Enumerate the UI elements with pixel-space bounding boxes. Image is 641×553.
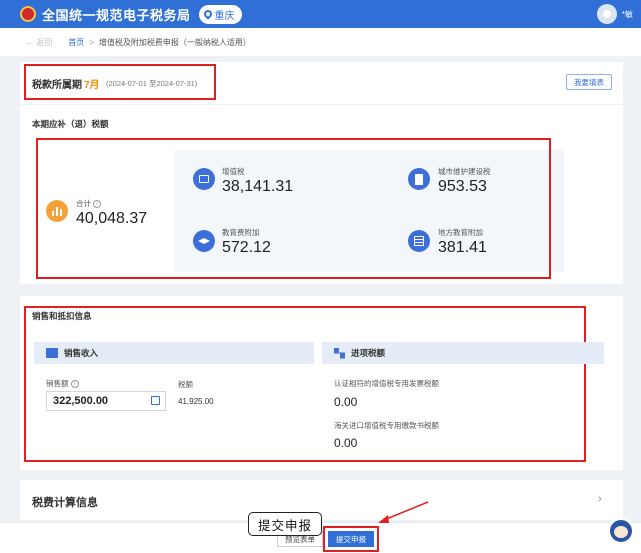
sales-section-title: 销售和抵扣信息 [32, 311, 92, 321]
location-pin-icon [201, 8, 214, 20]
input-tax-title: 进项税额 [351, 348, 386, 358]
sales-highlight [24, 306, 586, 462]
tax-summary-highlight [36, 138, 551, 279]
annotation-arrow-icon [378, 501, 429, 523]
edit-icon[interactable] [151, 396, 160, 405]
breadcrumb-current: 增值税及附加税费申报（一般纳税人适用） [98, 37, 251, 47]
tax-amount-label: 税额 [178, 380, 193, 389]
local-education-value: 381.41 [438, 239, 487, 256]
submit-callout: 提交申报 [248, 512, 322, 536]
national-emblem-icon [20, 6, 36, 22]
graduation-cap-icon [193, 230, 215, 252]
avatar[interactable] [597, 4, 617, 24]
sales-revenue-header: 销售收入 [34, 342, 314, 364]
input-tax-header: 进项税额 [322, 342, 604, 364]
urban-tax-value: 953.53 [438, 178, 487, 195]
sales-amount-label: 销售额 i [46, 378, 79, 389]
invoice-icon [193, 168, 215, 190]
period-label: 税款所属期 [32, 80, 82, 91]
fill-form-button[interactable]: 我要填表 [566, 74, 612, 90]
period-month: 7月 [84, 80, 100, 91]
back-button[interactable]: ← 返回 [26, 37, 52, 48]
info-icon[interactable]: i [93, 200, 101, 209]
breadcrumb: ← 返回 首页 > 增值税及附加税费申报（一般纳税人适用） [0, 28, 641, 56]
revenue-icon [46, 348, 58, 358]
customs-label: 海关进口增值税专用缴款书税额 [334, 421, 439, 430]
breadcrumb-home-link[interactable]: 首页 [68, 37, 84, 48]
total-label-text: 合计 [76, 199, 91, 208]
mascot-face [614, 526, 628, 538]
vat-value: 38,141.31 [222, 178, 294, 195]
vat-label: 增值税 [222, 167, 245, 176]
breadcrumb-separator: > [89, 37, 94, 47]
sales-amount-value: 322,500.00 [53, 395, 109, 407]
ledger-icon [408, 230, 430, 252]
app-title: 全国统一规范电子税务局 [42, 7, 191, 23]
sales-amount-label-text: 销售额 [46, 379, 69, 388]
tax-amount-value: 41,925.00 [178, 397, 214, 406]
customs-value: 0.00 [334, 436, 358, 450]
chevron-right-icon[interactable]: › [598, 493, 602, 505]
sales-revenue-title: 销售收入 [64, 348, 99, 358]
divider [20, 104, 623, 105]
local-education-label: 地方教育附加 [438, 228, 483, 237]
user-name[interactable]: *敏 [622, 9, 633, 20]
tax-summary-title: 本期应补（退）税额 [32, 119, 109, 129]
top-bar: 全国统一规范电子税务局 重庆 [0, 0, 641, 28]
urban-tax-label: 城市维护建设税 [438, 167, 491, 176]
user-icon [603, 10, 611, 18]
education-fee-label: 教育费附加 [222, 228, 260, 237]
total-value: 40,048.37 [76, 210, 148, 227]
info-icon[interactable]: i [70, 380, 79, 389]
total-label: 合计 i [76, 198, 101, 209]
education-fee-value: 572.12 [222, 239, 271, 256]
sales-amount-input[interactable]: 322,500.00 [46, 391, 166, 411]
region-selector[interactable]: 重庆 [198, 4, 242, 24]
cert-invoice-value: 0.00 [334, 395, 358, 409]
region-label: 重庆 [214, 10, 235, 22]
calc-section-title[interactable]: 税费计算信息 [32, 494, 98, 510]
input-tax-icon [334, 347, 345, 359]
total-chart-icon [46, 200, 68, 222]
back-label: 返回 [36, 37, 53, 47]
building-icon [408, 168, 430, 190]
submit-highlight [323, 526, 379, 552]
cert-invoice-label: 认证相符的增值税专用发票税额 [334, 379, 439, 388]
period-range: (2024-07-01 至2024-07-31) [106, 79, 198, 88]
